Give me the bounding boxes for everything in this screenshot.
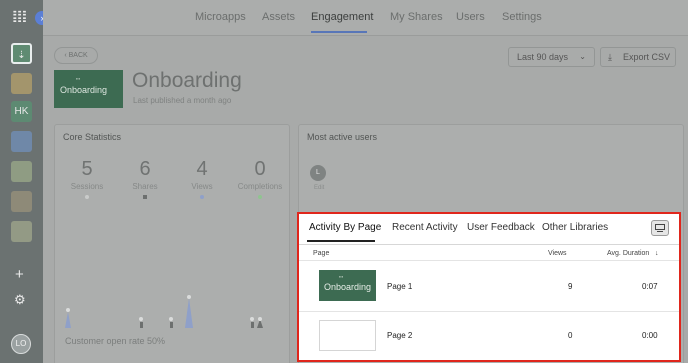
page-thumbnail: [319, 320, 376, 351]
sidebar: 𝍖 › ⇣ HK + ⚙ LO: [0, 0, 49, 363]
open-rate-text: Customer open rate 50%: [65, 336, 166, 346]
date-range-select[interactable]: Last 90 days ⌄: [508, 47, 595, 67]
shares-mark: [140, 322, 143, 328]
nav-active-indicator: [311, 31, 367, 33]
shares-mark: [251, 322, 254, 328]
presentation-button[interactable]: [651, 220, 669, 236]
date-range-label: Last 90 days: [517, 52, 569, 62]
stat-completions: 0 Completions: [230, 158, 290, 199]
tab-other-libraries[interactable]: Other Libraries: [542, 222, 608, 233]
sidebar-item-import[interactable]: ⇣: [11, 43, 32, 64]
active-tab-indicator: [307, 240, 375, 242]
sidebar-item-app-6[interactable]: [11, 221, 32, 242]
legend-dot: [258, 195, 262, 199]
page-thumbnail: ▪▪▪ Onboarding: [319, 270, 376, 301]
sessions-point: [250, 317, 254, 321]
nav-engagement[interactable]: Engagement: [311, 11, 373, 23]
export-csv-button[interactable]: ⤓ Export CSV: [600, 47, 676, 67]
shares-mark: [170, 322, 173, 328]
legend-dot: [85, 195, 89, 199]
views-spike: [185, 298, 193, 328]
tab-activity-by-page[interactable]: Activity By Page: [309, 222, 381, 233]
sidebar-item-app-5[interactable]: [11, 191, 32, 212]
page-views: 9: [568, 282, 573, 291]
top-nav: Microapps Assets Engagement My Shares Us…: [43, 0, 688, 36]
page-duration: 0:00: [642, 331, 658, 340]
nav-settings[interactable]: Settings: [502, 11, 542, 23]
download-icon: ⤓: [608, 52, 612, 62]
chevron-down-icon: ⌄: [579, 52, 586, 61]
header-divider: [299, 244, 679, 245]
stat-value: 5: [81, 158, 93, 180]
column-avg-duration[interactable]: Avg. Duration: [607, 250, 649, 257]
page-duration: 0:07: [642, 282, 658, 291]
nav-assets[interactable]: Assets: [262, 11, 295, 23]
stat-shares: 6 Shares: [115, 158, 175, 199]
thumbnail-logo: ▪▪▪: [339, 274, 344, 279]
views-spike: [65, 312, 71, 328]
logo-icon[interactable]: 𝍖: [12, 8, 30, 25]
row-divider: [299, 260, 679, 261]
add-icon[interactable]: +: [15, 266, 24, 283]
page-subtitle: Last published a month ago: [133, 96, 232, 105]
sessions-point: [66, 308, 70, 312]
tab-recent-activity[interactable]: Recent Activity: [392, 222, 458, 233]
page-name: Page 2: [387, 331, 413, 340]
legend-dot: [200, 195, 204, 199]
microapp-thumbnail: ▪▪▪ Onboarding: [54, 70, 123, 108]
sessions-point: [169, 317, 173, 321]
card-title: Most active users: [307, 132, 378, 142]
user-avatar[interactable]: L: [310, 165, 326, 181]
page-name: Page 1: [387, 282, 413, 291]
page-views: 0: [568, 331, 573, 340]
sessions-point: [187, 295, 191, 299]
thumbnail-label: Onboarding: [324, 282, 372, 292]
stat-label: Completions: [237, 182, 283, 191]
column-page[interactable]: Page: [313, 250, 329, 257]
sessions-point: [258, 317, 262, 321]
thumbnail-logo: ▪▪▪: [76, 76, 81, 81]
sidebar-item-app-4[interactable]: [11, 161, 32, 182]
stat-label: Views: [191, 182, 213, 191]
stat-value: 0: [254, 158, 266, 180]
page-title: Onboarding: [132, 69, 242, 92]
activity-panel: Activity By Page Recent Activity User Fe…: [297, 212, 681, 362]
thumbnail-label: Onboarding: [60, 85, 108, 95]
nav-users[interactable]: Users: [456, 11, 485, 23]
card-title: Core Statistics: [63, 132, 122, 142]
nav-my-shares[interactable]: My Shares: [390, 11, 443, 23]
sort-arrow-icon[interactable]: ↓: [655, 250, 659, 257]
sidebar-item-hk[interactable]: HK: [11, 101, 32, 122]
sessions-point: [139, 317, 143, 321]
activity-sparkline: [65, 295, 263, 328]
stat-views: 4 Views: [172, 158, 232, 199]
stat-sessions: 5 Sessions: [57, 158, 117, 199]
screen-icon: [655, 224, 665, 230]
column-views[interactable]: Views: [548, 250, 567, 257]
export-csv-label: Export CSV: [623, 52, 671, 62]
stat-value: 4: [196, 158, 208, 180]
screen-stand: [657, 231, 663, 232]
legend-dot: [143, 195, 147, 199]
row-divider: [299, 311, 679, 312]
nav-microapps[interactable]: Microapps: [195, 11, 246, 23]
sidebar-item-app-1[interactable]: [11, 73, 32, 94]
sidebar-item-app-3[interactable]: [11, 131, 32, 152]
user-name: Edit: [314, 185, 325, 191]
back-button[interactable]: ‹ BACK: [54, 47, 98, 64]
avatar[interactable]: LO: [11, 334, 31, 354]
stat-label: Sessions: [70, 182, 104, 191]
tab-user-feedback[interactable]: User Feedback: [467, 222, 535, 233]
stat-label: Shares: [132, 182, 158, 191]
settings-icon[interactable]: ⚙: [14, 292, 26, 308]
stat-value: 6: [139, 158, 151, 180]
